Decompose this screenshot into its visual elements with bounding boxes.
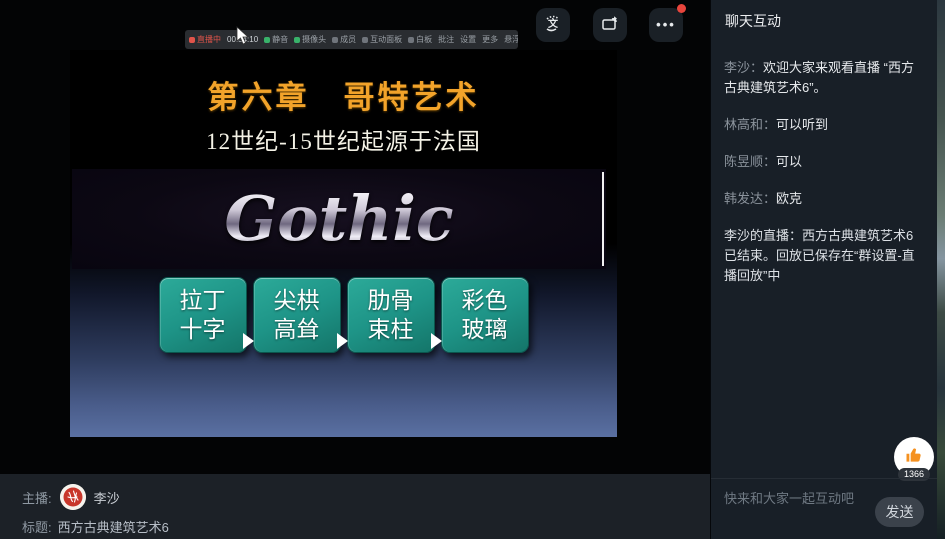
toolbar-item-mute[interactable]: 静音: [264, 34, 288, 45]
svg-text:文: 文: [548, 17, 559, 30]
chat-input-bar: 发送: [711, 478, 937, 539]
chat-sender-name: 林高和：: [724, 117, 776, 132]
main-area: 直播中 00:54:10 静音 摄像头 成员 互动面板 白板 批注 设置 更多 …: [0, 0, 710, 539]
chat-panel-icon: [362, 37, 368, 43]
chat-message-text: 可以: [776, 154, 802, 169]
toolbar-item-interaction[interactable]: 互动面板: [362, 34, 402, 45]
chat-message-text: 可以听到: [776, 117, 828, 132]
right-arrow-icon: [337, 333, 348, 349]
presentation-slide: 第六章 哥特艺术 12世纪-15世纪起源于法国 Gothic 拉丁 十字 尖栱 …: [70, 50, 617, 437]
popout-rotate-icon: [600, 13, 620, 38]
system-message-text: 李沙的直播：西方古典建筑艺术6 已结束。回放已保存在“群设置-直播回放”中: [724, 228, 915, 283]
box-text: 束柱: [368, 315, 414, 344]
more-icon: •••: [656, 20, 676, 30]
chat-sender-name: 韩发达：: [724, 191, 776, 206]
right-arrow-icon: [431, 333, 442, 349]
popout-rotate-button[interactable]: [593, 8, 627, 42]
mouse-cursor-icon: [236, 26, 249, 50]
toolbar-item-float[interactable]: 悬浮: [504, 34, 518, 45]
text-caret-line: [602, 172, 604, 266]
toolbar-item-camera[interactable]: 摄像头: [294, 34, 326, 45]
chat-message-list: 李沙：欢迎大家来观看直播 “西方古典建筑艺术6”。 林高和：可以听到 陈昱顺：可…: [711, 58, 937, 286]
box-text: 高耸: [274, 315, 320, 344]
right-arrow-icon: [243, 333, 254, 349]
host-label: 主播:: [22, 488, 52, 507]
screen-share-toolbar: 直播中 00:54:10 静音 摄像头 成员 互动面板 白板 批注 设置 更多 …: [185, 30, 518, 49]
toolbar-item-annotate[interactable]: 批注: [438, 34, 454, 45]
chat-panel-title: 聊天互动: [711, 0, 937, 31]
stream-title-value: 西方古典建筑艺术6: [58, 517, 169, 536]
chat-input[interactable]: [724, 491, 859, 506]
desktop-edge-strip: [937, 0, 945, 539]
slide-subtitle: 12世纪-15世纪起源于法国: [70, 122, 617, 156]
chat-message-text: 欧克: [776, 191, 802, 206]
box-text: 十字: [180, 315, 226, 344]
app-window: 直播中 00:54:10 静音 摄像头 成员 互动面板 白板 批注 设置 更多 …: [0, 0, 945, 539]
host-avatar[interactable]: [60, 484, 86, 510]
shared-screen-video: 直播中 00:54:10 静音 摄像头 成员 互动面板 白板 批注 设置 更多 …: [0, 0, 710, 474]
more-button[interactable]: •••: [649, 8, 683, 42]
subtitle-translate-icon: 文: [543, 13, 563, 38]
subtitle-translate-button[interactable]: 文: [536, 8, 570, 42]
slide-chapter-title: 第六章 哥特艺术: [70, 72, 617, 117]
mic-icon: [264, 37, 270, 43]
members-icon: [332, 37, 338, 43]
stream-title-label: 标题:: [22, 517, 52, 536]
concept-box-stained-glass: 彩色 玻璃: [441, 277, 529, 353]
chat-message: 李沙：欢迎大家来观看直播 “西方古典建筑艺术6”。: [724, 58, 924, 98]
toolbar-item-members[interactable]: 成员: [332, 34, 356, 45]
toolbar-item-live[interactable]: 直播中: [189, 34, 221, 45]
live-signal-icon: [189, 37, 195, 43]
thumbs-up-icon: [904, 445, 924, 470]
concept-box-latin-cross: 拉丁 十字: [159, 277, 247, 353]
system-message: 李沙的直播：西方古典建筑艺术6 已结束。回放已保存在“群设置-直播回放”中: [724, 226, 924, 286]
gothic-banner-text: Gothic: [224, 188, 453, 250]
chat-message: 陈昱顺：可以: [724, 152, 924, 172]
host-name: 李沙: [94, 488, 120, 507]
host-info-bar: 主播: 李沙 标题: 西方古典建筑艺术6: [0, 474, 710, 539]
send-button[interactable]: 发送: [875, 497, 924, 527]
chat-message: 韩发达：欧克: [724, 189, 924, 209]
concept-boxes-row: 拉丁 十字 尖栱 高耸 肋骨 束柱 彩色 玻璃: [159, 277, 529, 353]
concept-box-pointed-arch: 尖栱 高耸: [253, 277, 341, 353]
toolbar-item-settings[interactable]: 设置: [460, 34, 476, 45]
whiteboard-icon: [408, 37, 414, 43]
chat-sender-name: 陈昱顺：: [724, 154, 776, 169]
box-text: 彩色: [462, 286, 508, 315]
box-text: 拉丁: [180, 286, 226, 315]
notification-dot: [677, 4, 686, 13]
like-button[interactable]: 1366: [894, 437, 934, 477]
box-text: 尖栱: [274, 286, 320, 315]
camera-icon: [294, 37, 300, 43]
chat-panel: 聊天互动 李沙：欢迎大家来观看直播 “西方古典建筑艺术6”。 林高和：可以听到 …: [710, 0, 937, 539]
toolbar-item-whiteboard[interactable]: 白板: [408, 34, 432, 45]
toolbar-item-more[interactable]: 更多: [482, 34, 498, 45]
chat-message: 林高和：可以听到: [724, 115, 924, 135]
concept-box-rib-columns: 肋骨 束柱: [347, 277, 435, 353]
gothic-banner-image: Gothic: [72, 169, 606, 269]
chat-sender-name: 李沙：: [724, 60, 763, 75]
box-text: 玻璃: [462, 315, 508, 344]
box-text: 肋骨: [368, 286, 414, 315]
